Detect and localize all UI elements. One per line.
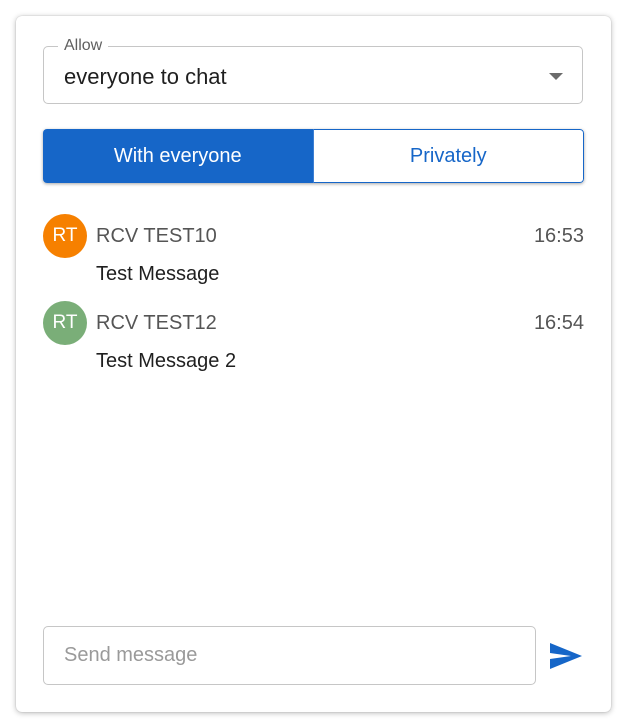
chevron-down-icon[interactable]	[549, 73, 563, 80]
allow-select-value: everyone to chat	[64, 64, 227, 89]
toggle-with-everyone[interactable]: With everyone	[43, 129, 313, 183]
audience-toggle: With everyone Privately	[43, 129, 584, 183]
send-button[interactable]	[546, 638, 586, 674]
toggle-privately[interactable]: Privately	[312, 129, 584, 183]
message-sender: RCV TEST12	[96, 312, 217, 334]
avatar: RT	[43, 301, 87, 345]
message-time: 16:53	[533, 225, 584, 247]
allow-select[interactable]: Allow everyone to chat	[43, 37, 583, 104]
message-text: Test Message	[96, 263, 220, 285]
send-icon	[550, 643, 582, 669]
avatar: RT	[43, 214, 87, 258]
message-time: 16:54	[533, 312, 584, 334]
message-text: Test Message 2	[96, 350, 237, 372]
message-input[interactable]	[43, 626, 536, 685]
chat-panel: Allow everyone to chat With everyone Pri…	[16, 16, 611, 712]
message-item: RT RCV TEST12 16:54 Test Message 2	[43, 301, 584, 381]
message-item: RT RCV TEST10 16:53 Test Message	[43, 214, 584, 294]
allow-select-label: Allow	[58, 37, 109, 55]
message-sender: RCV TEST10	[96, 225, 217, 247]
